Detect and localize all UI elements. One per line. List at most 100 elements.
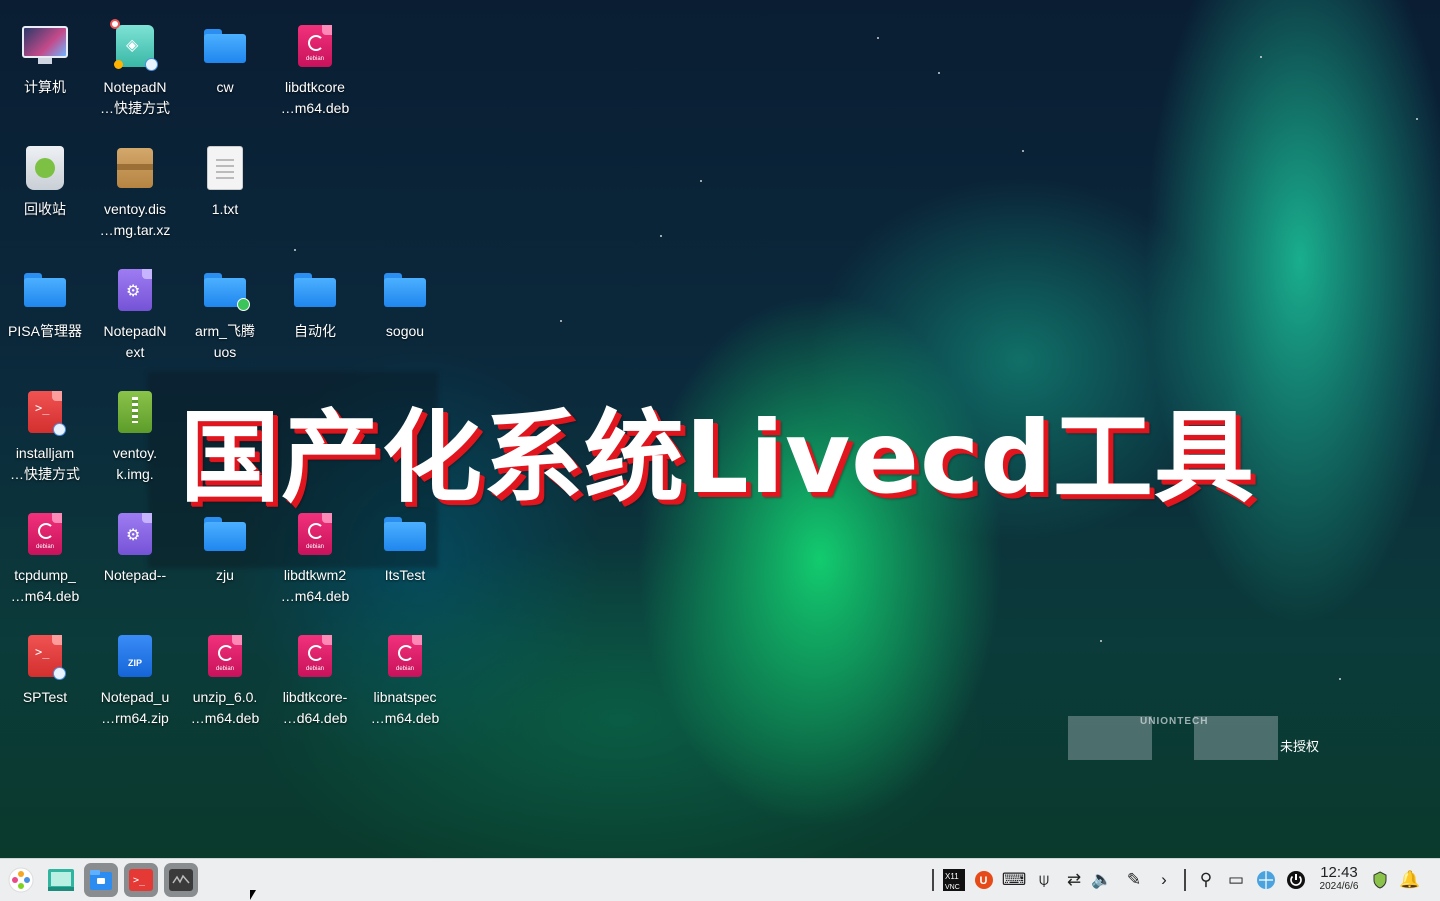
desktop-icon-sogou[interactable]: sogou xyxy=(360,252,450,372)
desktop-icon-arm-feiteng[interactable]: arm_飞腾 uos xyxy=(180,252,270,372)
desktop-icon-libdtkcore-dev[interactable]: debian libdtkcore- …d64.deb xyxy=(270,618,360,738)
icon-label: tcpdump_ …m64.deb xyxy=(10,567,80,604)
icon-label: arm_飞腾 uos xyxy=(195,323,255,360)
icon-label: cw xyxy=(216,79,234,95)
usb-tray-button[interactable]: ⍦ xyxy=(1032,859,1056,901)
desktop-icon-pisa[interactable]: PISA管理器 xyxy=(0,252,90,372)
star xyxy=(700,180,702,182)
trash-icon xyxy=(19,142,71,194)
tray-separator xyxy=(1184,869,1186,891)
svg-text:U: U xyxy=(980,875,988,887)
keyboard-tray-button[interactable]: ⌨ xyxy=(1001,859,1027,901)
overlay-title: 国产化系统Livecd工具 xyxy=(180,399,1255,516)
icon-label: NotepadN ext xyxy=(103,323,167,360)
star xyxy=(294,249,296,251)
folder-icon xyxy=(379,264,431,316)
icon-label: 自动化 xyxy=(294,323,336,339)
desktop-icon-unzip[interactable]: debian unzip_6.0. …m64.deb xyxy=(180,618,270,738)
desktop-icon-trash[interactable]: 回收站 xyxy=(0,130,90,250)
icon-label: libdtkwm2 …m64.deb xyxy=(280,567,350,604)
keyboard-icon: ⌨ xyxy=(1001,870,1027,889)
desktop-icon-tcpdump[interactable]: debian tcpdump_ …m64.deb xyxy=(0,496,90,616)
taskbar: >_ X11 VNC U ⌨ ⍦ ⇄ 🔈 ✎ › ⚲ ▭ 12:43 2024/6… xyxy=(0,858,1440,901)
desktop-icon-automation[interactable]: 自动化 xyxy=(270,252,360,372)
icon-label: libdtkcore …m64.deb xyxy=(280,79,350,116)
terminal-button[interactable]: >_ xyxy=(124,863,158,897)
folder-icon xyxy=(199,20,251,72)
desktop-icon-computer[interactable]: 计算机 xyxy=(0,8,90,128)
system-monitor-icon xyxy=(169,869,193,891)
star xyxy=(1260,56,1262,58)
desktop-icon-notepadnext[interactable]: ⚙ NotepadN ext xyxy=(90,252,180,372)
desktop-icon-cw[interactable]: cw xyxy=(180,8,270,128)
deb-package-icon: debian xyxy=(379,630,431,682)
system-monitor-button[interactable] xyxy=(164,863,198,897)
desktop-icon-libdtkcore[interactable]: debian libdtkcore …m64.deb xyxy=(270,8,360,128)
deb-package-icon: debian xyxy=(19,508,71,560)
desktop[interactable]: 计算机 ◈ NotepadN …快捷方式 cw debian libdtkcor… xyxy=(0,0,1440,858)
notepad-app-icon: ◈ xyxy=(109,19,161,72)
vnc-tray-button[interactable]: X11 VNC xyxy=(942,859,966,901)
star xyxy=(1416,118,1418,120)
search-icon: ⚲ xyxy=(1199,870,1213,889)
folder-icon xyxy=(19,264,71,316)
watermark-text: 未授权 xyxy=(1280,739,1320,754)
icon-label: libnatspec …m64.deb xyxy=(370,689,440,726)
show-desktop-button[interactable] xyxy=(44,863,78,897)
vnc-icon: X11 VNC xyxy=(943,869,965,891)
deb-package-icon: debian xyxy=(289,630,341,682)
svg-text:X11: X11 xyxy=(945,872,959,881)
volume-icon: 🔈 xyxy=(1091,870,1113,889)
desktop-icon-notepad-zip[interactable]: ZIP Notepad_u …rm64.zip xyxy=(90,618,180,738)
power-button[interactable] xyxy=(1284,859,1308,901)
icon-label: ItsTest xyxy=(384,567,426,583)
star xyxy=(1339,678,1341,680)
icon-label: 回收站 xyxy=(24,201,66,217)
icon-label: SPTest xyxy=(22,689,68,705)
wifi-tray-button[interactable] xyxy=(1254,859,1278,901)
terminal-icon: >_ xyxy=(129,869,153,891)
launcher-button[interactable] xyxy=(4,863,38,897)
desktop-icon-libnatspec[interactable]: debian libnatspec …m64.deb xyxy=(360,618,450,738)
desktop-icon xyxy=(48,869,74,891)
desktop-icon-ventoy-img[interactable]: ventoy. k.img. xyxy=(90,374,180,494)
uos-shield-icon: U xyxy=(975,871,993,889)
folder-icon xyxy=(199,264,251,316)
desktop-icon-ventoy-tar[interactable]: ventoy.dis …mg.tar.xz xyxy=(90,130,180,250)
network-tray-button[interactable]: ⇄ xyxy=(1062,859,1086,901)
folder-icon xyxy=(289,264,341,316)
input-method-button[interactable]: ▭ xyxy=(1224,859,1248,901)
search-button[interactable]: ⚲ xyxy=(1194,859,1218,901)
icon-label: ventoy.dis …mg.tar.xz xyxy=(99,201,171,238)
zip-archive-icon xyxy=(109,386,161,438)
security-tray-button[interactable] xyxy=(1368,859,1392,901)
uos-tray-button[interactable]: U xyxy=(972,859,996,901)
star xyxy=(660,235,662,237)
desktop-icon-notepadnext-shortcut[interactable]: ◈ NotepadN …快捷方式 xyxy=(90,8,180,128)
star xyxy=(877,37,879,39)
clock[interactable]: 12:43 2024/6/6 xyxy=(1316,865,1362,893)
clock-time: 12:43 xyxy=(1320,864,1358,881)
pen-tray-button[interactable]: ✎ xyxy=(1122,859,1146,901)
file-manager-button[interactable] xyxy=(84,863,118,897)
chevron-right-icon: › xyxy=(1161,870,1167,889)
desktop-icon-1txt[interactable]: 1.txt xyxy=(180,130,270,250)
volume-tray-button[interactable]: 🔈 xyxy=(1090,859,1114,901)
globe-network-icon xyxy=(1257,871,1275,889)
icon-label: PISA管理器 xyxy=(8,323,82,339)
desktop-icon-installjam[interactable]: >_ installjam …快捷方式 xyxy=(0,374,90,494)
icon-label: ventoy. k.img. xyxy=(112,445,158,482)
notification-button[interactable]: 🔔 xyxy=(1398,859,1422,901)
clock-date: 2024/6/6 xyxy=(1319,881,1359,892)
watermark-brand: UNIONTECH xyxy=(1140,716,1209,727)
expand-tray-button[interactable]: › xyxy=(1152,859,1176,901)
icon-label: libdtkcore- …d64.deb xyxy=(282,689,348,726)
desktop-icon-notepad-dashdash[interactable]: ⚙ Notepad-- xyxy=(90,496,180,616)
star xyxy=(938,72,940,74)
shield-icon xyxy=(1373,871,1387,889)
bell-icon: 🔔 xyxy=(1399,870,1421,889)
launcher-icon xyxy=(8,867,34,893)
desktop-icon-sptest[interactable]: >_ SPTest xyxy=(0,618,90,738)
icon-label: installjam …快捷方式 xyxy=(10,445,80,482)
icon-label: Notepad_u …rm64.zip xyxy=(100,689,170,726)
